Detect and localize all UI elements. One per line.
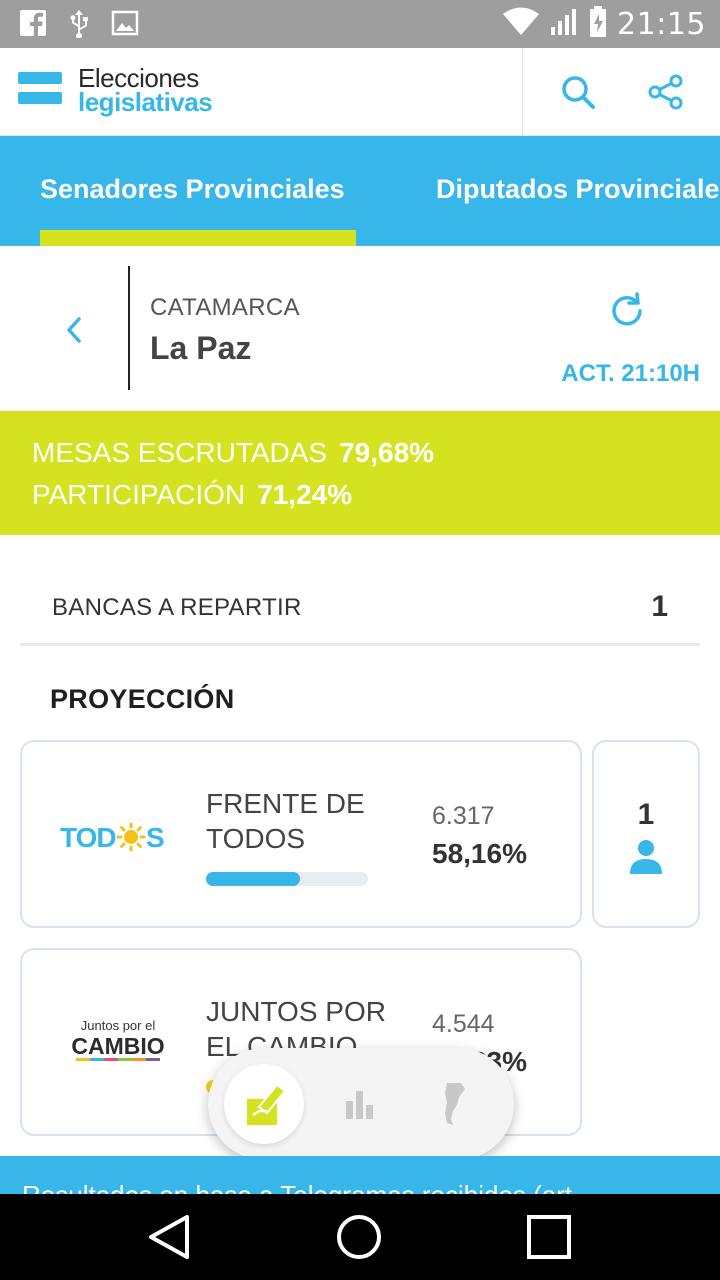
location-panel: CATAMARCA La Paz ACT. 21:10H	[0, 246, 720, 411]
person-icon	[630, 840, 662, 874]
back-button[interactable]	[54, 310, 94, 350]
nav-home-button[interactable]	[334, 1212, 384, 1262]
back-triangle-icon	[149, 1215, 189, 1259]
svg-text:S: S	[146, 822, 165, 853]
status-time: 21:15	[617, 7, 706, 42]
party-card-frente-de-todos[interactable]: TOD S FRENTE DE TODOS 6.317 58,16%	[20, 740, 582, 928]
argentina-map-icon	[445, 1083, 465, 1125]
svg-text:Juntos por el: Juntos por el	[81, 1018, 156, 1033]
refresh-icon	[612, 292, 642, 326]
frente-de-todos-logo: TOD S	[58, 806, 178, 866]
province-name: CATAMARCA	[150, 294, 300, 321]
svg-text:TOD: TOD	[60, 822, 116, 853]
active-tab-indicator	[40, 230, 356, 246]
participacion-value: 71,24%	[257, 479, 353, 510]
chamber-tabs: Senadores Provinciales Diputados Provinc…	[0, 136, 720, 246]
mesas-escrutadas-row: MESAS ESCRUTADAS 79,68%	[32, 437, 434, 469]
map-view-button[interactable]	[414, 1064, 494, 1144]
tab-senadores-provinciales[interactable]: Senadores Provinciales	[40, 174, 345, 205]
vote-share-bar	[206, 872, 368, 886]
tab-diputados-provinciales[interactable]: Diputados Provinciales	[436, 174, 720, 205]
party-votes: 4.544	[432, 1010, 495, 1038]
signal-icon	[549, 7, 579, 42]
chevron-left-icon	[67, 317, 81, 343]
wifi-icon	[503, 7, 540, 42]
usb-icon	[64, 8, 94, 38]
results-chart-button[interactable]	[320, 1064, 400, 1144]
nav-recents-button[interactable]	[524, 1212, 574, 1262]
party-percent: 58,16%	[432, 838, 527, 869]
search-button[interactable]	[556, 70, 600, 114]
vote-view-button[interactable]	[224, 1064, 304, 1144]
recents-square-icon	[527, 1215, 571, 1259]
header-divider	[522, 48, 523, 136]
svg-text:CAMBIO: CAMBIO	[71, 1033, 164, 1059]
proyeccion-title: PROYECCIÓN	[50, 684, 235, 714]
party-name: FRENTE DE TODOS	[206, 788, 365, 854]
app-header: Elecciones legislativas	[0, 48, 720, 136]
mesas-value: 79,68%	[339, 437, 435, 468]
district-name: La Paz	[150, 330, 252, 366]
image-icon	[110, 8, 140, 38]
logo-line2: legislativas	[78, 87, 213, 117]
refresh-button[interactable]	[606, 290, 648, 332]
participacion-row: PARTICIPACIÓN 71,24%	[32, 479, 352, 511]
seat-count: 1	[637, 798, 655, 831]
share-button[interactable]	[644, 70, 688, 114]
app-logo[interactable]: Elecciones legislativas	[78, 65, 213, 117]
footer-banner: Resultados en base a Telegramas recibido…	[0, 1156, 720, 1194]
bar-chart-icon	[346, 1091, 373, 1119]
seat-card-frente-de-todos: 1	[592, 740, 700, 928]
nav-back-button[interactable]	[144, 1212, 194, 1262]
location-divider	[128, 266, 130, 390]
battery-charging-icon	[589, 6, 607, 43]
floating-view-switcher	[208, 1048, 514, 1160]
last-update-time: ACT. 21:10H	[561, 360, 700, 387]
juntos-por-el-cambio-logo: Juntos por el CAMBIO	[58, 1014, 178, 1074]
bancas-row: BANCAS A REPARTIR 1	[20, 572, 700, 646]
system-navigation-bar	[0, 1194, 720, 1280]
party-votes: 6.317	[432, 802, 495, 830]
status-bar: 21:15	[0, 0, 720, 48]
scrutiny-stats: MESAS ESCRUTADAS 79,68% PARTICIPACIÓN 71,2…	[0, 411, 720, 535]
app-logo-icon	[18, 72, 62, 112]
share-icon	[648, 74, 683, 110]
search-icon	[562, 76, 595, 109]
vote-share-bar-fill	[206, 872, 300, 886]
mesas-label: MESAS ESCRUTADAS	[32, 437, 328, 468]
vote-ballot-icon	[247, 1083, 287, 1125]
participacion-label: PARTICIPACIÓN	[32, 479, 246, 510]
bancas-label: BANCAS A REPARTIR	[52, 594, 302, 621]
home-circle-icon	[337, 1215, 381, 1259]
facebook-icon	[18, 8, 48, 38]
bancas-value: 1	[651, 590, 668, 623]
footer-text: Resultados en base a Telegramas recibido…	[22, 1180, 579, 1194]
